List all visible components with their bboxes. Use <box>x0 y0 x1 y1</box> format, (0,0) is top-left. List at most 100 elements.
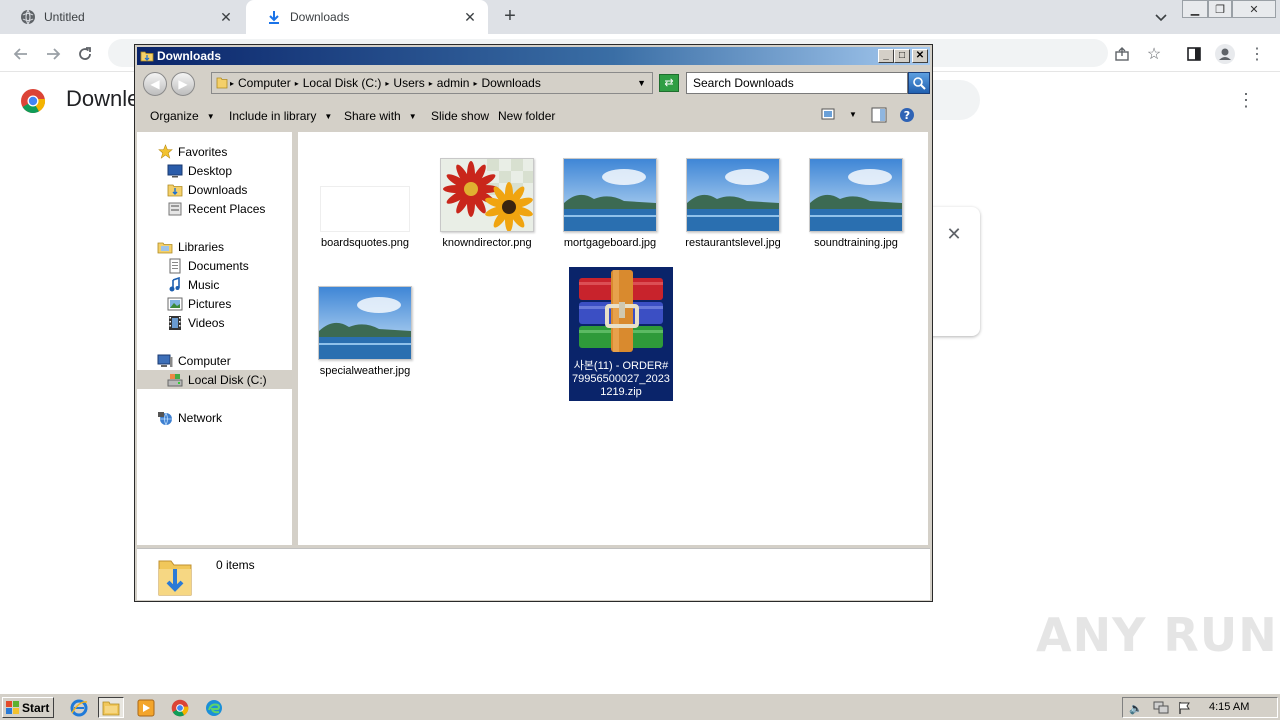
file-item[interactable]: mortgageboard.jpg <box>558 158 662 250</box>
search-icon[interactable] <box>908 72 930 94</box>
restore-button[interactable]: ❐ <box>1208 0 1232 18</box>
preview-pane-icon[interactable] <box>871 107 887 123</box>
explorer-title-bar[interactable]: Downloads _ □ ✕ <box>137 47 930 65</box>
documents-icon <box>167 258 183 274</box>
explorer-taskbar-icon[interactable] <box>98 697 124 718</box>
view-options-icon[interactable]: ▼ <box>821 107 857 121</box>
more-options-icon[interactable]: ⋮ <box>1236 90 1256 110</box>
window-controls: ▁ ❐ ✕ <box>1182 0 1276 18</box>
clock[interactable]: 4:15 AM <box>1209 701 1249 713</box>
nav-libraries[interactable]: Libraries <box>157 237 224 256</box>
landscape-image-thumbnail <box>563 158 657 232</box>
include-in-library-menu[interactable]: Include in library ▼ <box>229 109 332 123</box>
nav-label: Downloads <box>188 182 248 197</box>
network-status-icon[interactable] <box>1153 700 1169 716</box>
explorer-search-input[interactable]: Search Downloads <box>686 72 908 94</box>
nav-computer[interactable]: Computer <box>157 351 231 370</box>
share-icon[interactable] <box>1111 43 1133 65</box>
help-icon[interactable]: ? <box>899 107 915 123</box>
file-item[interactable]: knowndirector.png <box>435 158 539 250</box>
minimize-button[interactable]: ▁ <box>1182 0 1208 18</box>
explorer-maximize-button[interactable]: □ <box>894 49 910 63</box>
tab-untitled[interactable]: Untitled ✕ <box>0 0 244 34</box>
forward-arrow-icon[interactable] <box>42 43 64 65</box>
page-title: Downle <box>66 86 140 111</box>
downloads-folder-icon <box>157 555 193 597</box>
download-icon <box>266 9 282 25</box>
explorer-back-button[interactable]: ◀ <box>143 72 167 96</box>
landscape-image-thumbnail <box>318 286 412 360</box>
chrome-taskbar-icon[interactable] <box>167 697 193 718</box>
file-item[interactable]: soundtraining.jpg <box>804 158 908 250</box>
nav-documents[interactable]: Documents <box>167 256 249 275</box>
chevron-down-icon[interactable] <box>1152 8 1170 26</box>
file-item[interactable]: restaurantslevel.jpg <box>681 158 785 250</box>
file-item[interactable]: boardsquotes.png <box>313 158 417 250</box>
menu-kebab-icon[interactable]: ⋮ <box>1246 43 1268 65</box>
nav-favorites[interactable]: Favorites <box>157 142 227 161</box>
address-dropdown-icon[interactable]: ▼ <box>637 78 646 88</box>
edge-icon[interactable] <box>201 697 227 718</box>
start-label: Start <box>22 700 50 715</box>
refresh-icon[interactable]: ⇄ <box>659 74 679 92</box>
profile-avatar-icon[interactable] <box>1214 43 1236 65</box>
file-item-selected[interactable]: 사본(11) - ORDER#79956500027_20231219.zip <box>569 267 673 401</box>
close-window-button[interactable]: ✕ <box>1232 0 1276 18</box>
explorer-forward-button[interactable]: ▶ <box>171 72 195 96</box>
nav-videos[interactable]: Videos <box>167 313 224 332</box>
downloads-folder-icon <box>167 182 183 198</box>
videos-icon <box>167 315 183 331</box>
nav-network[interactable]: Network <box>157 408 222 427</box>
explorer-close-button[interactable]: ✕ <box>912 49 928 63</box>
share-with-menu[interactable]: Share with ▼ <box>344 109 417 123</box>
reload-icon[interactable] <box>74 43 96 65</box>
back-arrow-icon[interactable] <box>10 43 32 65</box>
file-name: restaurantslevel.jpg <box>685 237 781 249</box>
close-tab-icon[interactable]: ✕ <box>462 9 478 25</box>
explorer-command-bar: Organize ▼ Include in library ▼ Share with… <box>137 101 930 131</box>
nav-desktop[interactable]: Desktop <box>167 161 232 180</box>
breadcrumb-downloads[interactable]: Downloads <box>481 76 540 90</box>
nav-label: Recent Places <box>188 201 266 216</box>
nav-label: Favorites <box>178 144 228 159</box>
chevron-down-icon[interactable]: ▼ <box>849 110 857 119</box>
breadcrumb-admin[interactable]: admin <box>437 76 470 90</box>
star-icon <box>157 144 173 160</box>
nav-pictures[interactable]: Pictures <box>167 294 231 313</box>
star-icon[interactable]: ☆ <box>1143 43 1165 65</box>
action-center-flag-icon[interactable] <box>1177 700 1193 716</box>
pictures-icon <box>167 296 183 312</box>
nav-downloads[interactable]: Downloads <box>167 180 247 199</box>
nav-music[interactable]: Music <box>167 275 219 294</box>
share-with-label: Share with <box>344 109 401 123</box>
internet-explorer-icon[interactable] <box>66 697 92 718</box>
media-player-icon[interactable] <box>133 697 159 718</box>
explorer-address-row: ◀ ▶ ▸ Computer ▸ Local Disk (C:) ▸ Users… <box>137 67 930 99</box>
network-icon <box>157 410 173 426</box>
chevron-down-icon: ▼ <box>324 111 333 121</box>
windows-logo-icon <box>6 700 20 715</box>
volume-icon[interactable]: 🔈 <box>1128 700 1144 716</box>
new-tab-button[interactable]: + <box>498 5 522 29</box>
nav-local-disk[interactable]: Local Disk (C:) <box>137 370 292 389</box>
file-item[interactable]: specialweather.jpg <box>313 286 417 378</box>
tab-downloads[interactable]: Downloads ✕ <box>246 0 488 34</box>
start-button[interactable]: Start <box>2 697 54 718</box>
globe-icon <box>20 9 36 25</box>
new-folder-button[interactable]: New folder <box>498 109 555 123</box>
organize-menu[interactable]: Organize ▼ <box>150 109 215 123</box>
breadcrumb-computer[interactable]: Computer <box>238 76 291 90</box>
browser-tabstrip: Untitled ✕ Downloads ✕ + ▁ ❐ ✕ <box>0 0 1280 34</box>
file-name: specialweather.jpg <box>319 365 411 377</box>
chrome-logo-icon <box>20 88 46 114</box>
nav-recent-places[interactable]: Recent Places <box>167 199 265 218</box>
close-tab-icon[interactable]: ✕ <box>218 9 234 25</box>
explorer-minimize-button[interactable]: _ <box>878 49 894 63</box>
breadcrumb-local-disk[interactable]: Local Disk (C:) <box>303 76 382 90</box>
explorer-address-bar[interactable]: ▸ Computer ▸ Local Disk (C:) ▸ Users ▸ a… <box>211 72 653 94</box>
system-tray: 🔈 4:15 AM <box>1122 697 1278 718</box>
breadcrumb-users[interactable]: Users <box>393 76 424 90</box>
slide-show-button[interactable]: Slide show <box>431 109 489 123</box>
side-panel-icon[interactable] <box>1183 43 1205 65</box>
remove-download-icon[interactable]: ✕ <box>944 224 964 244</box>
